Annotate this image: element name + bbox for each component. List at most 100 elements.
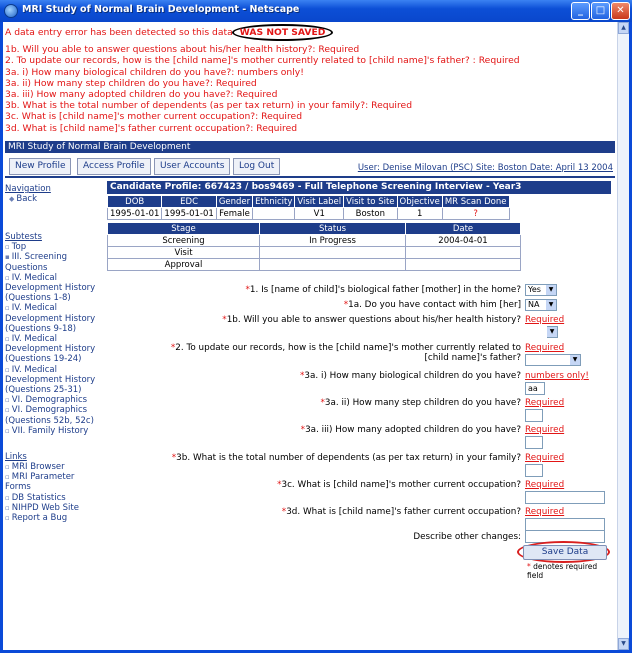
link-bullet-icon: ▫ [5, 426, 10, 435]
q3a2-text: 3a. ii) How many step children do you ha… [324, 398, 521, 408]
close-button[interactable]: ✕ [611, 2, 630, 20]
error-line: 3a. ii) How many step children do you ha… [5, 77, 257, 89]
subtest-link[interactable]: ▫ VI. Demographics [5, 395, 101, 405]
q1-label: *1. Is [name of child]'s biological fath… [245, 285, 521, 295]
minimize-button[interactable]: _ [571, 2, 590, 20]
external-link[interactable]: ▫ Report a Bug [5, 513, 101, 523]
col-visit-to-site: Visit to Site [343, 195, 398, 208]
status-row: Visit [107, 246, 521, 259]
error-line: 2. To update our records, how is the [ch… [5, 55, 520, 67]
col-date: Date [405, 222, 521, 235]
q2-select[interactable]: ▼ [525, 354, 581, 366]
user-info: User: Denise Milovan (PSC) Site: Boston … [357, 163, 613, 173]
back-label: Back [16, 194, 38, 204]
q1-value: Yes [528, 285, 541, 294]
subtest-label: VI. Demographics (Questions 52b, 52c) [5, 405, 94, 426]
link-label: MRI Browser [11, 462, 65, 473]
chevron-down-icon: ▼ [570, 355, 580, 365]
subtest-link[interactable]: ▫ IV. Medical Development History (Questi… [5, 334, 101, 365]
cell-status: In Progress [259, 234, 406, 247]
q3b-label: *3b. What is the total number of depende… [172, 453, 521, 463]
subtest-link[interactable]: ▫ IV. Medical Development History (Questi… [5, 303, 101, 334]
q3a1-numbers-only: numbers only! [525, 371, 589, 381]
scroll-up-icon[interactable]: ▲ [618, 22, 629, 34]
error-line: 3a. i) How many biological children do y… [5, 66, 304, 78]
q3a3-input[interactable] [525, 436, 543, 449]
error-line: 3d. What is [child name]'s father curren… [5, 122, 298, 134]
window-titlebar: MRI Study of Normal Brain Development - … [0, 0, 632, 22]
q1a-label: *1a. Do you have contact with him [her] [344, 300, 521, 310]
link-bullet-icon: ▫ [5, 335, 10, 344]
q1b-select[interactable]: ▼ [547, 326, 558, 338]
link-label: MRI Parameter Forms [5, 472, 75, 493]
vertical-scrollbar[interactable]: ▲ ▼ [617, 22, 629, 650]
cell-stage: Approval [107, 258, 260, 271]
back-link[interactable]: ◆ Back [9, 194, 101, 204]
subtest-link[interactable]: ▪ III. Screening Questions [5, 252, 101, 272]
cell-gender: Female [215, 207, 254, 220]
q1-text: 1. Is [name of child]'s biological fathe… [249, 285, 521, 295]
profile-header-row: DOB EDC Gender Ethnicity Visit Label Vis… [106, 195, 510, 208]
external-link[interactable]: ▫ NIHPD Web Site [5, 503, 101, 513]
q3a1-text: 3a. i) How many biological children do y… [304, 371, 521, 381]
save-button[interactable]: Save Data [523, 545, 607, 560]
scroll-down-icon[interactable]: ▼ [618, 638, 629, 650]
subtest-link[interactable]: ▫ VII. Family History [5, 426, 101, 436]
link-bullet-icon: ▫ [5, 243, 10, 252]
q3d-text: 3d. What is [child name]'s father curren… [286, 507, 521, 517]
subtest-link[interactable]: ▫ VI. Demographics (Questions 52b, 52c) [5, 405, 101, 425]
q3c-input[interactable] [525, 491, 605, 504]
col-stage: Stage [107, 222, 260, 235]
tab-log-out[interactable]: Log Out [233, 158, 281, 175]
q2-text: 2. To update our records, how is the [ch… [175, 343, 521, 353]
subtests-heading: Subtests [5, 232, 42, 243]
q3a2-required: Required [525, 398, 565, 408]
link-bullet-icon: ▫ [5, 463, 10, 472]
cell-edc: 1995-01-01 [161, 207, 217, 220]
q1b-text: 1b. Will you able to answer questions ab… [226, 315, 521, 325]
not-saved-text: WAS NOT SAVED [231, 24, 334, 42]
external-link[interactable]: ▫ DB Statistics [5, 493, 101, 503]
external-link[interactable]: ▫ MRI Browser [5, 462, 101, 472]
q3a1-input[interactable]: aa [525, 382, 545, 395]
tab-new-profile[interactable]: New Profile [9, 158, 72, 175]
q1a-select[interactable]: NA ▼ [525, 299, 557, 311]
q3d-required: Required [525, 507, 565, 517]
q3d-label: *3d. What is [child name]'s father curre… [282, 507, 521, 517]
subtest-label: IV. Medical Development History (Questio… [5, 364, 96, 396]
candidate-profile: Candidate Profile: 667423 / bos9469 - Fu… [106, 181, 611, 271]
error-line: 3b. What is the total number of dependen… [5, 100, 413, 112]
link-bullet-icon: ▫ [5, 493, 10, 502]
q1-select[interactable]: Yes ▼ [525, 284, 557, 296]
q3b-input[interactable] [525, 464, 543, 477]
q2-required: Required [525, 343, 565, 353]
profile-row: 1995-01-01 1995-01-01 Female V1 Boston 1… [106, 207, 510, 220]
window-title: MRI Study of Normal Brain Development - … [22, 4, 300, 15]
subtest-label: VII. Family History [11, 425, 89, 436]
error-intro: A data entry error has been detected so … [5, 27, 233, 38]
subtest-link[interactable]: ▫ Top [5, 242, 101, 252]
col-mr-scan: MR Scan Done [441, 195, 510, 208]
q3c-required: Required [525, 480, 565, 490]
status-table: Stage Status Date Screening In Progress … [107, 222, 521, 271]
cell-objective: 1 [396, 207, 443, 220]
q1b-label: *1b. Will you able to answer questions a… [222, 315, 521, 325]
link-bullet-icon: ▫ [5, 503, 10, 512]
subtest-link[interactable]: ▫ IV. Medical Development History (Questi… [5, 365, 101, 396]
subtest-label: IV. Medical Development History (Questio… [5, 272, 96, 304]
subtest-link[interactable]: ▫ IV. Medical Development History (Questi… [5, 273, 101, 304]
q1a-value: NA [528, 300, 540, 309]
netscape-icon [4, 4, 18, 18]
maximize-button[interactable]: □ [591, 2, 610, 20]
cell-stage: Screening [107, 234, 260, 247]
subtest-label: IV. Medical Development History (Questio… [5, 334, 96, 365]
q3a2-input[interactable] [525, 409, 543, 422]
cell-status [259, 246, 406, 259]
col-visit-label: Visit Label [294, 195, 345, 208]
tab-access-profile[interactable]: Access Profile [77, 158, 151, 175]
tab-user-accounts[interactable]: User Accounts [154, 158, 231, 175]
q2-label-cont: [child name]'s father? [424, 353, 522, 363]
q1b-required: Required [525, 315, 565, 325]
external-link[interactable]: ▫ MRI Parameter Forms [5, 472, 101, 492]
chevron-down-icon: ▼ [546, 285, 556, 295]
